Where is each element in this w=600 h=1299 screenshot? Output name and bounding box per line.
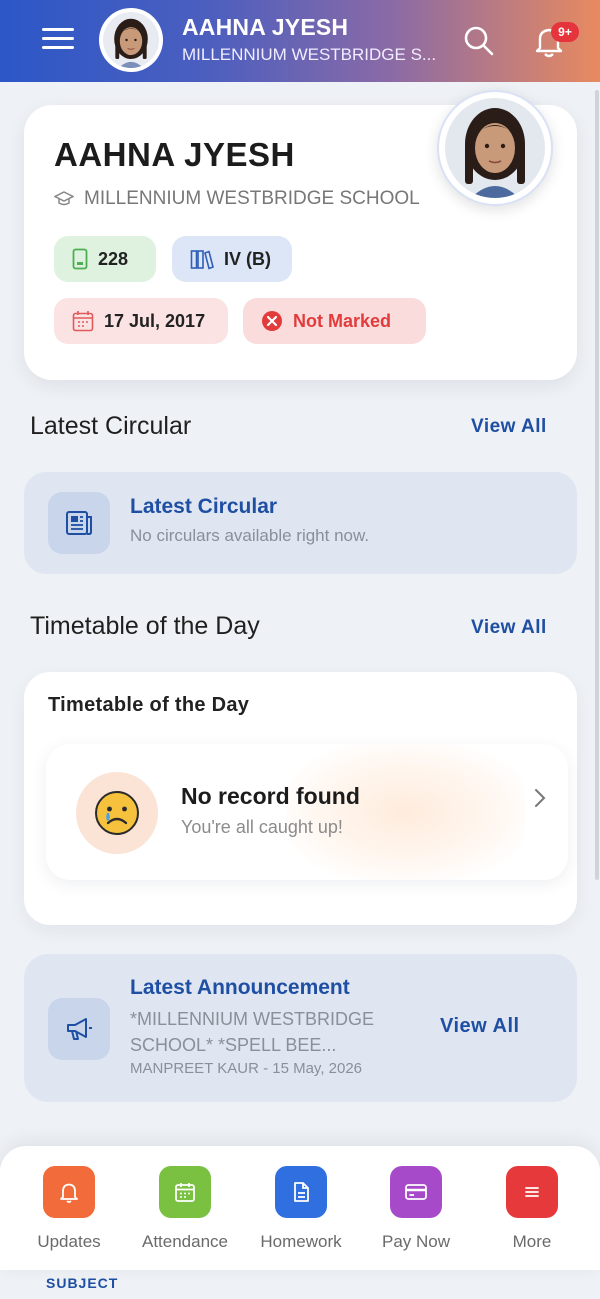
- calendar-icon: [72, 311, 94, 332]
- nav-attendance[interactable]: Attendance: [130, 1166, 240, 1252]
- document-icon: [275, 1166, 327, 1218]
- nav-label: Homework: [260, 1232, 342, 1251]
- card-icon: [390, 1166, 442, 1218]
- class-section: IV (B): [224, 248, 271, 269]
- student-photo-small: [103, 12, 159, 68]
- announcement-meta: MANPREET KAUR - 15 May, 2026: [130, 1060, 363, 1077]
- announcement-text: *MILLENNIUM WESTBRIDGE SCHOOL* *SPELL BE…: [130, 1009, 375, 1055]
- subject-section-peek: SUBJECT: [46, 1275, 119, 1291]
- school-cap-icon: [54, 191, 74, 206]
- nav-label: Updates: [37, 1232, 101, 1251]
- nav-label: Pay Now: [381, 1232, 451, 1251]
- header-student-name: AAHNA JYESH: [182, 14, 349, 40]
- roll-number-chip: 228: [54, 236, 156, 282]
- roll-number: 228: [98, 248, 129, 269]
- circular-empty-message: No circulars available right now.: [130, 526, 370, 545]
- header-avatar[interactable]: [99, 8, 163, 72]
- nav-homework[interactable]: Homework: [246, 1166, 356, 1252]
- header-school-name: MILLENNIUM WESTBRIDGE S...: [182, 45, 437, 64]
- profile-school-name: MILLENNIUM WESTBRIDGE SCHOOL: [84, 188, 420, 209]
- close-circle-icon: [262, 311, 282, 331]
- attendance-date: 17 Jul, 2017: [104, 310, 206, 331]
- nav-more[interactable]: More: [477, 1166, 587, 1252]
- announcement-view-all-link[interactable]: View All: [440, 1015, 520, 1038]
- circular-section-title: Latest Circular: [30, 412, 192, 440]
- menu-icon: [506, 1166, 558, 1218]
- megaphone-icon: [48, 998, 110, 1060]
- announcement-title: Latest Announcement: [130, 976, 350, 999]
- empty-state-title: No record found: [181, 783, 360, 809]
- nav-label: Attendance: [141, 1232, 228, 1251]
- top-app-bar: [0, 0, 600, 82]
- timetable-section-title: Timetable of the Day: [30, 612, 260, 640]
- nav-pay-now[interactable]: Pay Now: [361, 1166, 471, 1252]
- scrollbar[interactable]: [595, 90, 599, 880]
- profile-avatar[interactable]: [437, 90, 553, 206]
- bell-icon: [43, 1166, 95, 1218]
- timetable-card-title: Timetable of the Day: [48, 694, 250, 716]
- id-card-icon: [72, 248, 88, 270]
- circular-card-title: Latest Circular: [130, 495, 278, 518]
- nav-updates[interactable]: Updates: [14, 1166, 124, 1252]
- notification-badge: 9+: [551, 22, 579, 42]
- timetable-view-all-link[interactable]: View All: [471, 617, 547, 639]
- books-icon: [190, 250, 214, 270]
- sad-face-icon: [76, 772, 158, 854]
- school-row: MILLENNIUM WESTBRIDGE SCHOOL: [54, 188, 420, 210]
- calendar-icon: [159, 1166, 211, 1218]
- search-icon[interactable]: [462, 24, 496, 58]
- date-chip: 17 Jul, 2017: [54, 298, 228, 344]
- circular-view-all-link[interactable]: View All: [471, 416, 547, 438]
- nav-label: More: [512, 1232, 552, 1251]
- chevron-right-icon[interactable]: [530, 786, 550, 810]
- empty-state-subtitle: You're all caught up!: [181, 817, 343, 837]
- menu-icon[interactable]: [42, 28, 74, 50]
- newspaper-icon: [48, 492, 110, 554]
- profile-student-name: AAHNA JYESH: [54, 136, 295, 173]
- attendance-status-chip: Not Marked: [243, 298, 426, 344]
- glow-decoration: [286, 744, 526, 880]
- attendance-status: Not Marked: [293, 310, 392, 331]
- student-photo-large: [445, 98, 545, 198]
- class-chip: IV (B): [172, 236, 292, 282]
